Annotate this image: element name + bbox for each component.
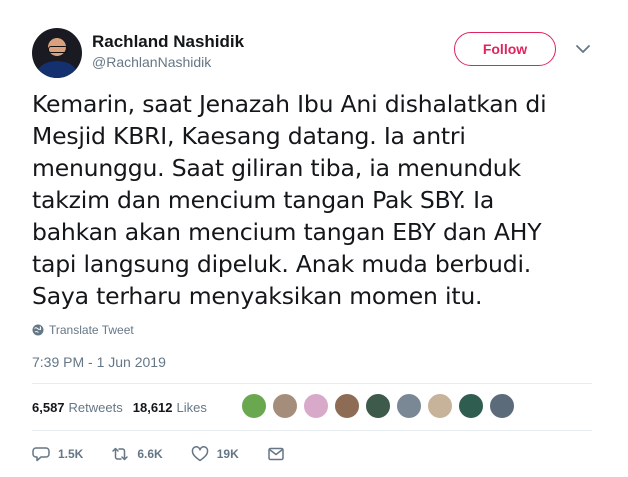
follow-button[interactable]: Follow	[454, 32, 556, 66]
tweet-timestamp[interactable]: 7:39 PM - 1 Jun 2019	[32, 354, 166, 370]
divider	[32, 430, 592, 431]
reply-icon	[32, 447, 50, 462]
likes-count[interactable]: 18,612	[133, 400, 173, 415]
liker-avatar[interactable]	[364, 392, 392, 420]
chevron-down-icon[interactable]	[574, 40, 592, 58]
liker-avatar[interactable]	[333, 392, 361, 420]
liker-avatar[interactable]	[395, 392, 423, 420]
reply-button[interactable]: 1.5K	[32, 445, 83, 463]
translate-label[interactable]: Translate Tweet	[49, 323, 134, 337]
translate-tweet-link[interactable]: Translate Tweet	[32, 323, 134, 337]
liker-avatar[interactable]	[457, 392, 485, 420]
liker-avatar[interactable]	[302, 392, 330, 420]
heart-icon	[191, 446, 209, 462]
retweet-icon	[112, 447, 129, 461]
retweets-count[interactable]: 6,587	[32, 400, 65, 415]
divider	[32, 383, 592, 384]
tweet-stats: 6,587 Retweets 18,612 Likes	[32, 400, 207, 415]
message-icon	[267, 447, 284, 461]
tweet-text: Kemarin, saat Jenazah Ibu Ani dishalatka…	[32, 90, 547, 310]
direct-message-button[interactable]	[267, 445, 285, 463]
liker-avatar[interactable]	[271, 392, 299, 420]
liker-avatar[interactable]	[426, 392, 454, 420]
like-button[interactable]: 19K	[191, 445, 239, 463]
retweet-count: 6.6K	[137, 447, 163, 461]
tweet-actions: 1.5K 6.6K 19K	[32, 445, 313, 463]
liker-avatar[interactable]	[488, 392, 516, 420]
likes-label[interactable]: Likes	[177, 400, 207, 415]
like-count: 19K	[216, 447, 239, 461]
retweets-label[interactable]: Retweets	[69, 400, 123, 415]
retweet-button[interactable]: 6.6K	[111, 445, 163, 463]
author-handle[interactable]: @RachlanNashidik	[92, 54, 211, 70]
author-name[interactable]: Rachland Nashidik	[92, 32, 244, 52]
globe-icon	[32, 324, 44, 336]
author-avatar[interactable]	[32, 28, 82, 78]
reply-count: 1.5K	[58, 447, 84, 461]
liker-avatar[interactable]	[240, 392, 268, 420]
liker-avatars	[240, 392, 516, 420]
